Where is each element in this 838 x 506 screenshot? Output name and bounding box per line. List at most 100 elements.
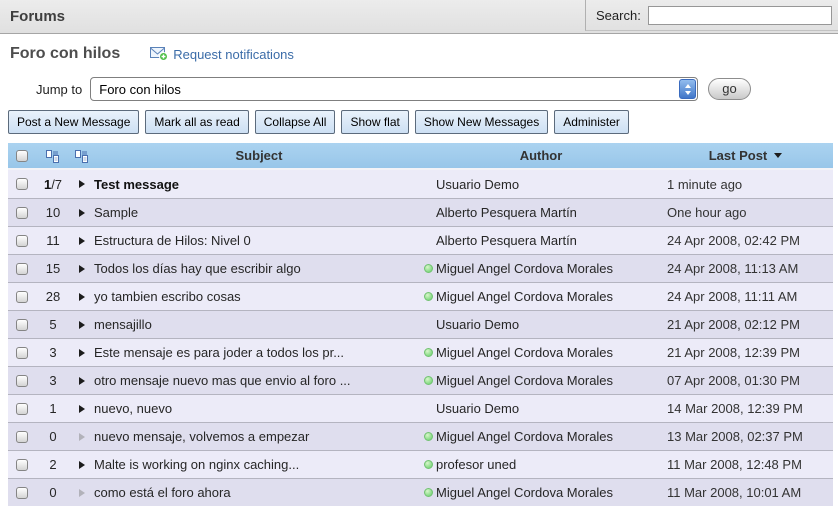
toolbar-button[interactable]: Show New Messages	[415, 110, 548, 134]
thread-subject[interactable]: Todos los días hay que escribir algo	[94, 261, 301, 276]
row-checkbox[interactable]	[16, 291, 28, 303]
table-row: 0 como está el foro ahora Miguel Angel C…	[8, 478, 833, 506]
row-checkbox[interactable]	[16, 235, 28, 247]
row-checkbox[interactable]	[16, 263, 28, 275]
search-input[interactable]	[648, 6, 832, 25]
expand-triangle-icon[interactable]	[79, 461, 85, 469]
row-checkbox[interactable]	[16, 459, 28, 471]
thread-subject[interactable]: otro mensaje nuevo mas que envio al foro…	[94, 373, 351, 388]
expand-triangle-icon	[79, 489, 85, 497]
table-row: 1/7 Test message Usuario Demo 1 minute a…	[8, 170, 833, 198]
thread-subject[interactable]: nuevo, nuevo	[94, 401, 172, 416]
online-dot-icon	[424, 460, 433, 469]
toolbar-button[interactable]: Post a New Message	[8, 110, 139, 134]
thread-subject[interactable]: Malte is working on nginx caching...	[94, 457, 299, 472]
table-row: 5 mensajillo Usuario Demo 21 Apr 2008, 0…	[8, 310, 833, 338]
thread-last-post: 13 Mar 2008, 02:37 PM	[658, 429, 803, 444]
row-checkbox[interactable]	[16, 319, 28, 331]
thread-count: 2	[36, 457, 70, 472]
online-dot-icon	[424, 292, 433, 301]
row-checkbox[interactable]	[16, 207, 28, 219]
expand-triangle-icon[interactable]	[79, 321, 85, 329]
thread-count: 1/7	[36, 177, 70, 192]
jump-to-label: Jump to	[36, 82, 82, 97]
jump-to-selected-value: Foro con hilos	[91, 82, 679, 97]
forum-title: Foro con hilos	[10, 45, 120, 63]
unread-messages-icon	[75, 149, 89, 163]
thread-last-post: 1 minute ago	[658, 177, 742, 192]
thread-author: Miguel Angel Cordova Morales	[436, 373, 613, 388]
thread-count: 0	[36, 485, 70, 500]
online-dot-icon	[424, 376, 433, 385]
table-row: 11 Estructura de Hilos: Nivel 0 Alberto …	[8, 226, 833, 254]
search-label: Search:	[596, 8, 641, 23]
table-row: 15 Todos los días hay que escribir algo …	[8, 254, 833, 282]
thread-count: 3	[36, 373, 70, 388]
thread-count: 15	[36, 261, 70, 276]
toolbar-button[interactable]: Mark all as read	[145, 110, 248, 134]
go-button[interactable]: go	[708, 78, 750, 100]
search-section: Search:	[585, 0, 838, 31]
row-checkbox[interactable]	[16, 403, 28, 415]
thread-last-post: 24 Apr 2008, 11:11 AM	[658, 289, 797, 304]
page-title: Forums	[0, 8, 65, 25]
row-checkbox[interactable]	[16, 375, 28, 387]
thread-count: 5	[36, 317, 70, 332]
table-row: 1 nuevo, nuevo Usuario Demo 14 Mar 2008,…	[8, 394, 833, 422]
expand-triangle-icon[interactable]	[79, 293, 85, 301]
expand-triangle-icon[interactable]	[79, 180, 85, 188]
thread-last-post: 07 Apr 2008, 01:30 PM	[658, 373, 800, 388]
expand-triangle-icon[interactable]	[79, 237, 85, 245]
total-messages-icon	[46, 149, 60, 163]
thread-author: Alberto Pesquera Martín	[436, 233, 577, 248]
toolbar-button[interactable]: Collapse All	[255, 110, 336, 134]
request-notifications-link[interactable]: Request notifications	[150, 47, 294, 62]
thread-count: 28	[36, 289, 70, 304]
select-all-checkbox[interactable]	[16, 150, 28, 162]
thread-last-post: 21 Apr 2008, 02:12 PM	[658, 317, 800, 332]
column-header-author[interactable]: Author	[424, 148, 658, 163]
jump-to-select[interactable]: Foro con hilos	[90, 77, 698, 101]
online-dot-icon	[424, 348, 433, 357]
expand-triangle-icon[interactable]	[79, 405, 85, 413]
table-row: 3 otro mensaje nuevo mas que envio al fo…	[8, 366, 833, 394]
thread-last-post: One hour ago	[658, 205, 747, 220]
thread-last-post: 21 Apr 2008, 12:39 PM	[658, 345, 800, 360]
column-header-subject[interactable]: Subject	[94, 148, 424, 163]
table-row: 3 Este mensaje es para joder a todos los…	[8, 338, 833, 366]
thread-subject[interactable]: Este mensaje es para joder a todos los p…	[94, 345, 344, 360]
online-dot-icon	[424, 432, 433, 441]
toolbar-button[interactable]: Show flat	[341, 110, 408, 134]
row-checkbox[interactable]	[16, 487, 28, 499]
row-checkbox[interactable]	[16, 431, 28, 443]
online-dot-icon	[424, 264, 433, 273]
thread-author: Miguel Angel Cordova Morales	[436, 261, 613, 276]
thread-last-post: 24 Apr 2008, 02:42 PM	[658, 233, 800, 248]
expand-triangle-icon[interactable]	[79, 265, 85, 273]
expand-triangle-icon[interactable]	[79, 377, 85, 385]
expand-triangle-icon[interactable]	[79, 209, 85, 217]
thread-subject[interactable]: Estructura de Hilos: Nivel 0	[94, 233, 251, 248]
thread-subject[interactable]: yo tambien escribo cosas	[94, 289, 241, 304]
thread-subject[interactable]: Test message	[94, 177, 179, 192]
thread-count: 11	[36, 233, 70, 248]
expand-triangle-icon	[79, 433, 85, 441]
thread-table-body: 1/7 Test message Usuario Demo 1 minute a…	[8, 170, 833, 506]
thread-last-post: 11 Mar 2008, 10:01 AM	[658, 485, 801, 500]
thread-count: 1	[36, 401, 70, 416]
expand-triangle-icon[interactable]	[79, 349, 85, 357]
thread-subject[interactable]: Sample	[94, 205, 138, 220]
request-notifications-label: Request notifications	[173, 47, 294, 62]
thread-subject[interactable]: mensajillo	[94, 317, 152, 332]
column-header-last-post[interactable]: Last Post	[658, 148, 833, 163]
table-row: 0 nuevo mensaje, volvemos a empezar Migu…	[8, 422, 833, 450]
thread-author: Alberto Pesquera Martín	[436, 205, 577, 220]
toolbar-button[interactable]: Administer	[554, 110, 629, 134]
thread-last-post: 24 Apr 2008, 11:13 AM	[658, 261, 798, 276]
thread-last-post: 14 Mar 2008, 12:39 PM	[658, 401, 803, 416]
row-checkbox[interactable]	[16, 178, 28, 190]
thread-subject[interactable]: como está el foro ahora	[94, 485, 231, 500]
row-checkbox[interactable]	[16, 347, 28, 359]
table-row: 2 Malte is working on nginx caching... p…	[8, 450, 833, 478]
thread-subject[interactable]: nuevo mensaje, volvemos a empezar	[94, 429, 309, 444]
